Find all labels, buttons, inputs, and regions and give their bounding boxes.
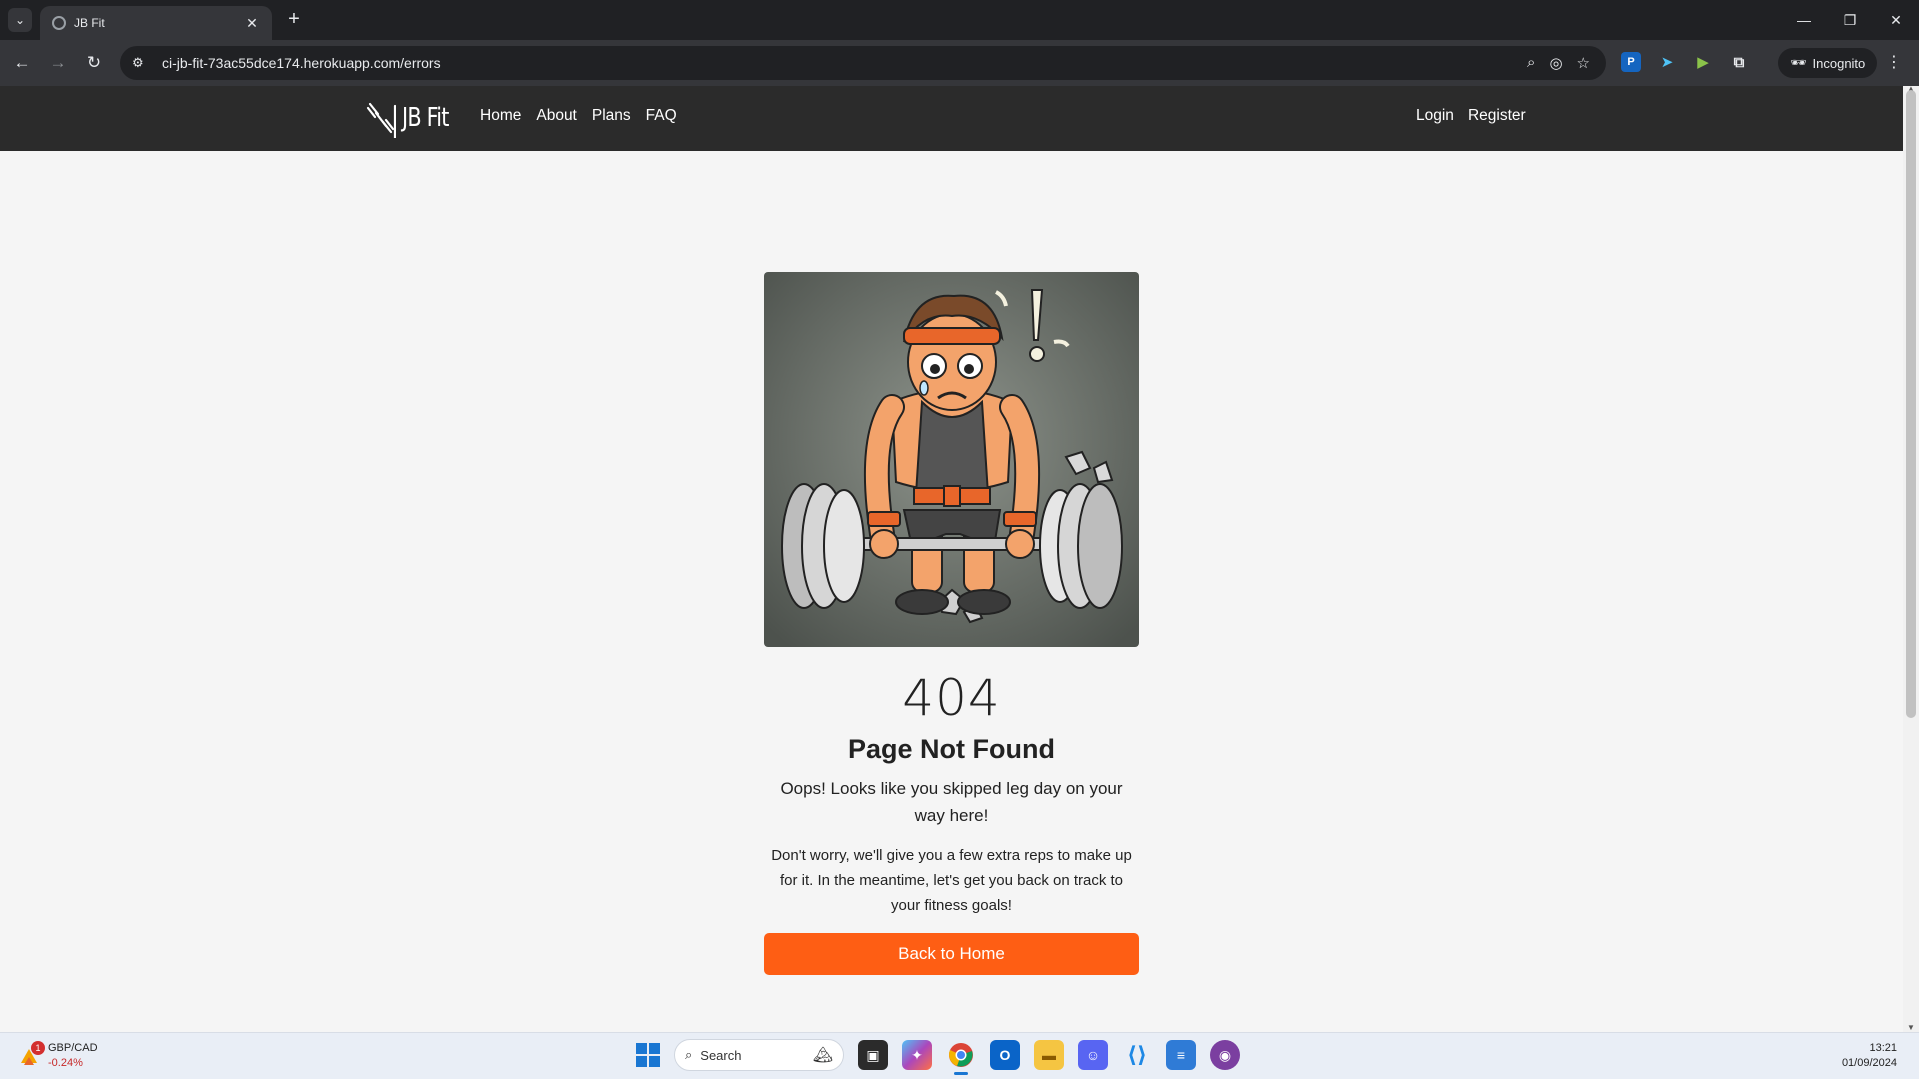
nav-plans-link[interactable]: Plans [592,107,631,125]
incognito-label: Incognito [1812,55,1866,71]
error-code: 404 [902,669,1001,727]
back-to-home-button[interactable]: Back to Home [764,933,1139,975]
currency-pair: GBP/CAD [48,1042,98,1054]
search-icon: ⌕ [685,1047,693,1062]
taskbar-search-label: Search [700,1047,742,1063]
nav-about-link[interactable]: About [536,107,577,125]
browser-tab-strip: ⌄ JB Fit ✕ + — ❐ ✕ [0,0,1919,40]
nav-register-link[interactable]: Register [1468,107,1526,125]
windows-taskbar: 1 GBP/CAD -0.24% ⌕ Search 🏔 ▣ ✦ O ▬ ☺ ⟨⟩… [0,1032,1919,1079]
scroll-thumb[interactable] [1906,90,1916,718]
page-viewport: JB Fit Home About Plans FAQ Login Regist… [0,86,1903,1032]
site-navbar: JB Fit Home About Plans FAQ Login Regist… [0,86,1903,151]
github-desktop-icon[interactable]: ◉ [1210,1040,1240,1070]
error-lead-text: Oops! Looks like you skipped leg day on … [780,779,1123,825]
incognito-icon: 🕶 [1790,55,1807,70]
windows-start-icon[interactable] [636,1043,660,1067]
close-window-icon[interactable]: ✕ [1873,0,1919,40]
tab-title: JB Fit [74,16,105,30]
chrome-icon[interactable] [946,1040,976,1075]
copilot-icon[interactable]: ✦ [902,1040,932,1070]
system-clock[interactable]: 13:21 01/09/2024 [1842,1041,1897,1071]
notepad-icon[interactable]: ≡ [1166,1040,1196,1070]
scroll-down-icon[interactable]: ▼ [1906,1023,1916,1032]
tracking-protection-icon[interactable]: ◎ [1549,54,1562,72]
extension-play-icon[interactable]: ▶ [1693,52,1713,72]
currency-change: -0.24% [48,1057,83,1069]
taskbar-search[interactable]: ⌕ Search 🏔 [674,1039,844,1071]
reload-icon[interactable]: ↻ [80,49,108,77]
extension-p-icon[interactable]: P [1621,52,1641,72]
search-highlight-icon: 🏔 [812,1047,833,1064]
tab-search-icon[interactable]: ⌄ [8,8,32,32]
clock-time: 13:21 [1869,1042,1897,1054]
restore-icon[interactable]: ❐ [1827,0,1873,40]
main-nav: Home About Plans FAQ [480,107,677,125]
globe-icon [52,16,66,30]
forward-icon[interactable]: → [44,49,72,77]
error-body-text: Don't worry, we'll give you a few extra … [771,847,1132,914]
error-title: Page Not Found [848,734,1055,764]
browser-tab[interactable]: JB Fit ✕ [40,6,272,40]
nav-login-link[interactable]: Login [1416,107,1454,125]
auth-nav: Login Register [1416,107,1526,125]
taskbar-apps: ⌕ Search 🏔 ▣ ✦ O ▬ ☺ ⟨⟩ ≡ ◉ [636,1039,1240,1075]
address-bar[interactable]: ⚙ ci-jb-fit-73ac55dce174.herokuapp.com/e… [120,46,1606,80]
extensions-puzzle-icon[interactable]: ⧉ [1729,52,1749,72]
bookmark-star-icon[interactable]: ☆ [1577,54,1590,72]
discord-icon[interactable]: ☺ [1078,1040,1108,1070]
nav-home-link[interactable]: Home [480,107,521,125]
url-text[interactable]: ci-jb-fit-73ac55dce174.herokuapp.com/err… [162,55,1527,71]
minimize-icon[interactable]: — [1781,0,1827,40]
site-logo[interactable]: JB Fit [366,98,460,138]
dumbbell-logo-icon [366,102,396,138]
nav-faq-link[interactable]: FAQ [646,107,677,125]
task-view-icon[interactable]: ▣ [858,1040,888,1070]
browser-toolbar: ← → ↻ ⚙ ci-jb-fit-73ac55dce174.herokuapp… [0,40,1919,86]
file-explorer-icon[interactable]: ▬ [1034,1040,1064,1070]
error-illustration [764,272,1139,647]
zoom-icon[interactable]: ⌕ [1527,54,1535,72]
logo-text: JB Fit [402,103,449,133]
browser-menu-icon[interactable]: ⋮ [1886,52,1902,72]
page-scrollbar[interactable]: ▲ ▼ [1903,84,1919,1032]
stock-widget[interactable]: 1 GBP/CAD -0.24% [18,1041,98,1071]
new-tab-icon[interactable]: + [282,8,306,32]
back-icon[interactable]: ← [8,49,36,77]
clock-date: 01/09/2024 [1841,1057,1897,1069]
outlook-icon[interactable]: O [990,1040,1020,1070]
window-controls: — ❐ ✕ [1781,0,1919,40]
chart-trend-icon: 1 [18,1041,45,1067]
notification-badge: 1 [31,1041,45,1055]
close-tab-icon[interactable]: ✕ [244,15,260,32]
site-info-icon[interactable]: ⚙ [132,55,154,71]
incognito-badge[interactable]: 🕶 Incognito [1778,48,1878,78]
vscode-icon[interactable]: ⟨⟩ [1122,1040,1152,1070]
extension-arrow-icon[interactable]: ➤ [1657,52,1677,72]
